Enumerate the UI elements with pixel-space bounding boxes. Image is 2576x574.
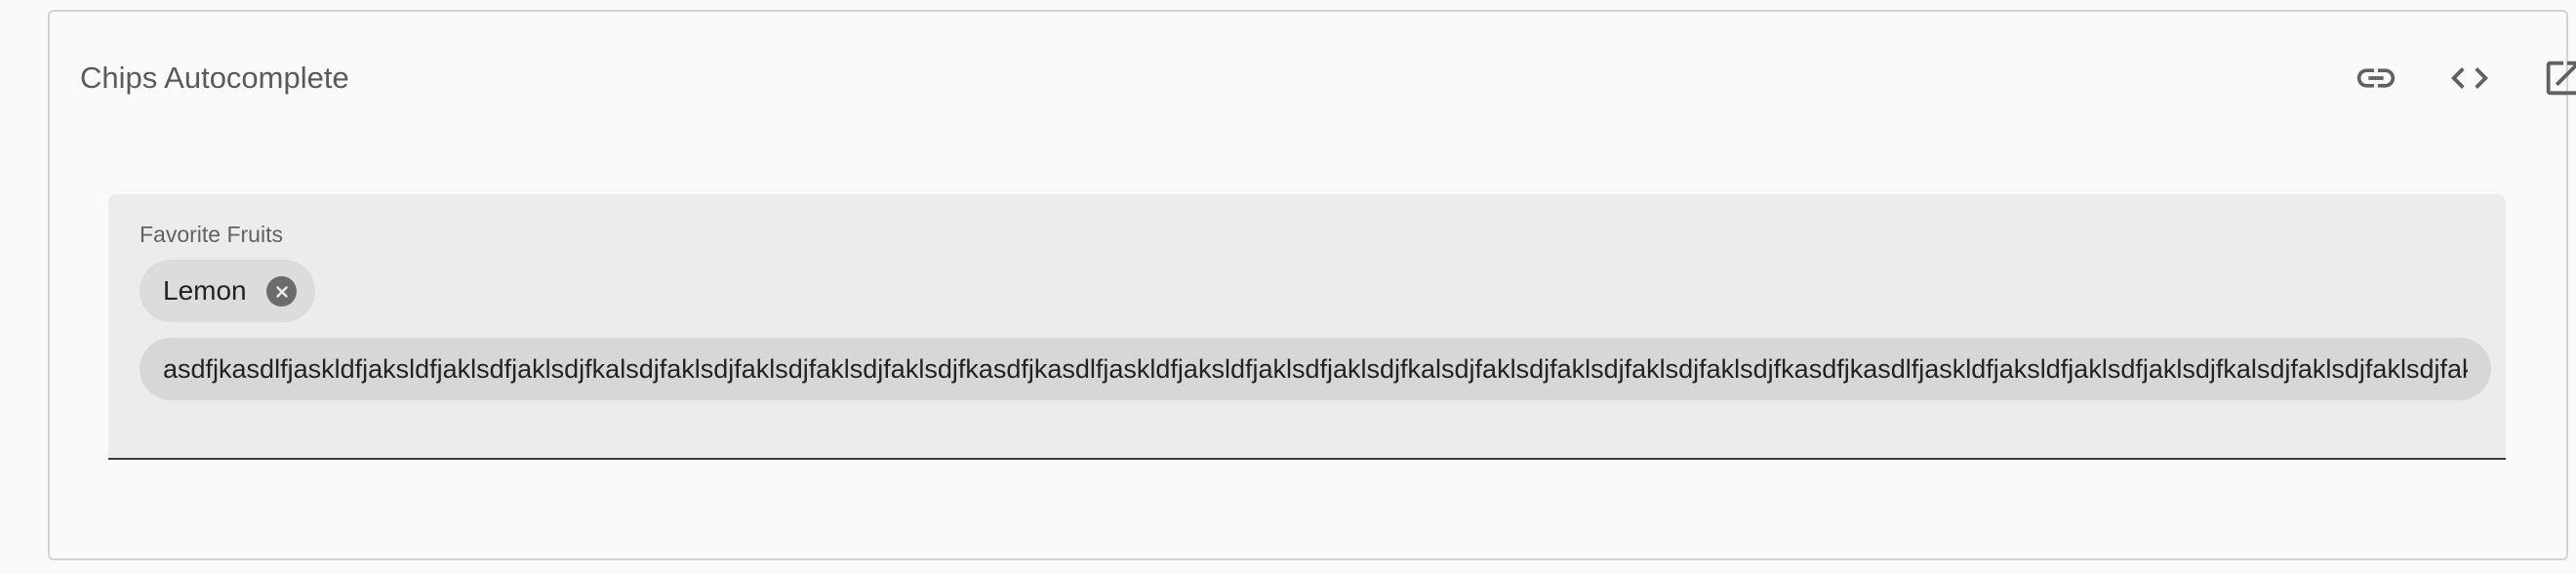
code-icon: [2450, 67, 2489, 89]
card-header: Chips Autocomplete: [50, 12, 2576, 139]
card-title: Chips Autocomplete: [80, 61, 349, 95]
view-code-button[interactable]: [2442, 51, 2497, 105]
open-in-new-icon: [2546, 61, 2576, 96]
link-icon: [2356, 68, 2395, 88]
cancel-icon: [275, 285, 288, 298]
chip-remove-button[interactable]: [266, 276, 297, 307]
fruit-chip-input[interactable]: [140, 338, 2491, 400]
chip-label: Lemon: [163, 275, 247, 306]
field-label: Favorite Fruits: [140, 222, 283, 247]
open-in-new-button[interactable]: [2536, 51, 2576, 105]
favorite-fruits-field[interactable]: Favorite Fruits Lemon: [108, 194, 2506, 460]
example-card: Chips Autocomplete Favorite Fruits Lemon: [48, 10, 2576, 560]
chip-lemon[interactable]: Lemon: [140, 260, 315, 322]
copy-link-button[interactable]: [2349, 51, 2403, 105]
